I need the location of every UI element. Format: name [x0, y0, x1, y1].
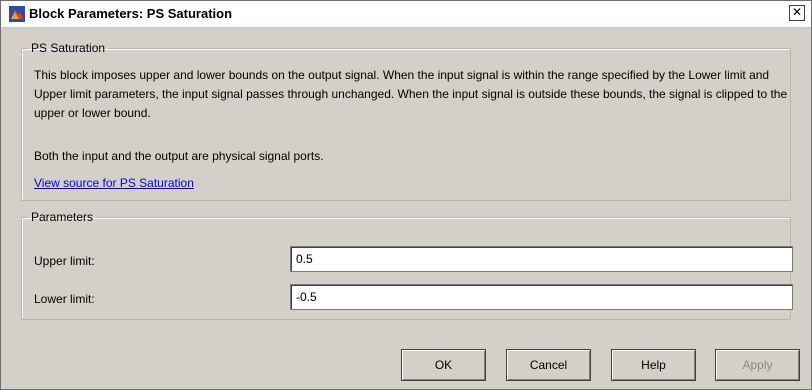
description-group-legend: PS Saturation	[31, 41, 106, 55]
block-parameters-dialog: Block Parameters: PS Saturation ✕ PS Sat…	[0, 0, 812, 390]
simulink-block-icon	[9, 6, 25, 22]
window-title: Block Parameters: PS Saturation	[29, 6, 233, 21]
apply-button[interactable]: Apply	[715, 349, 800, 381]
block-description: This block imposes upper and lower bound…	[34, 68, 788, 120]
upper-limit-label: Upper limit:	[34, 254, 95, 268]
view-source-link[interactable]: View source for PS Saturation	[34, 176, 194, 190]
lower-limit-label: Lower limit:	[34, 292, 95, 306]
parameters-group-legend: Parameters	[31, 210, 94, 224]
help-button[interactable]: Help	[611, 349, 696, 381]
close-button[interactable]: ✕	[789, 5, 805, 21]
lower-limit-input[interactable]	[290, 284, 793, 310]
upper-limit-input[interactable]	[290, 246, 793, 272]
ok-button[interactable]: OK	[401, 349, 486, 381]
close-icon: ✕	[791, 5, 803, 19]
ports-description: Both the input and the output are physic…	[34, 149, 324, 163]
cancel-button[interactable]: Cancel	[506, 349, 591, 381]
title-bar[interactable]: Block Parameters: PS Saturation ✕	[1, 1, 811, 28]
